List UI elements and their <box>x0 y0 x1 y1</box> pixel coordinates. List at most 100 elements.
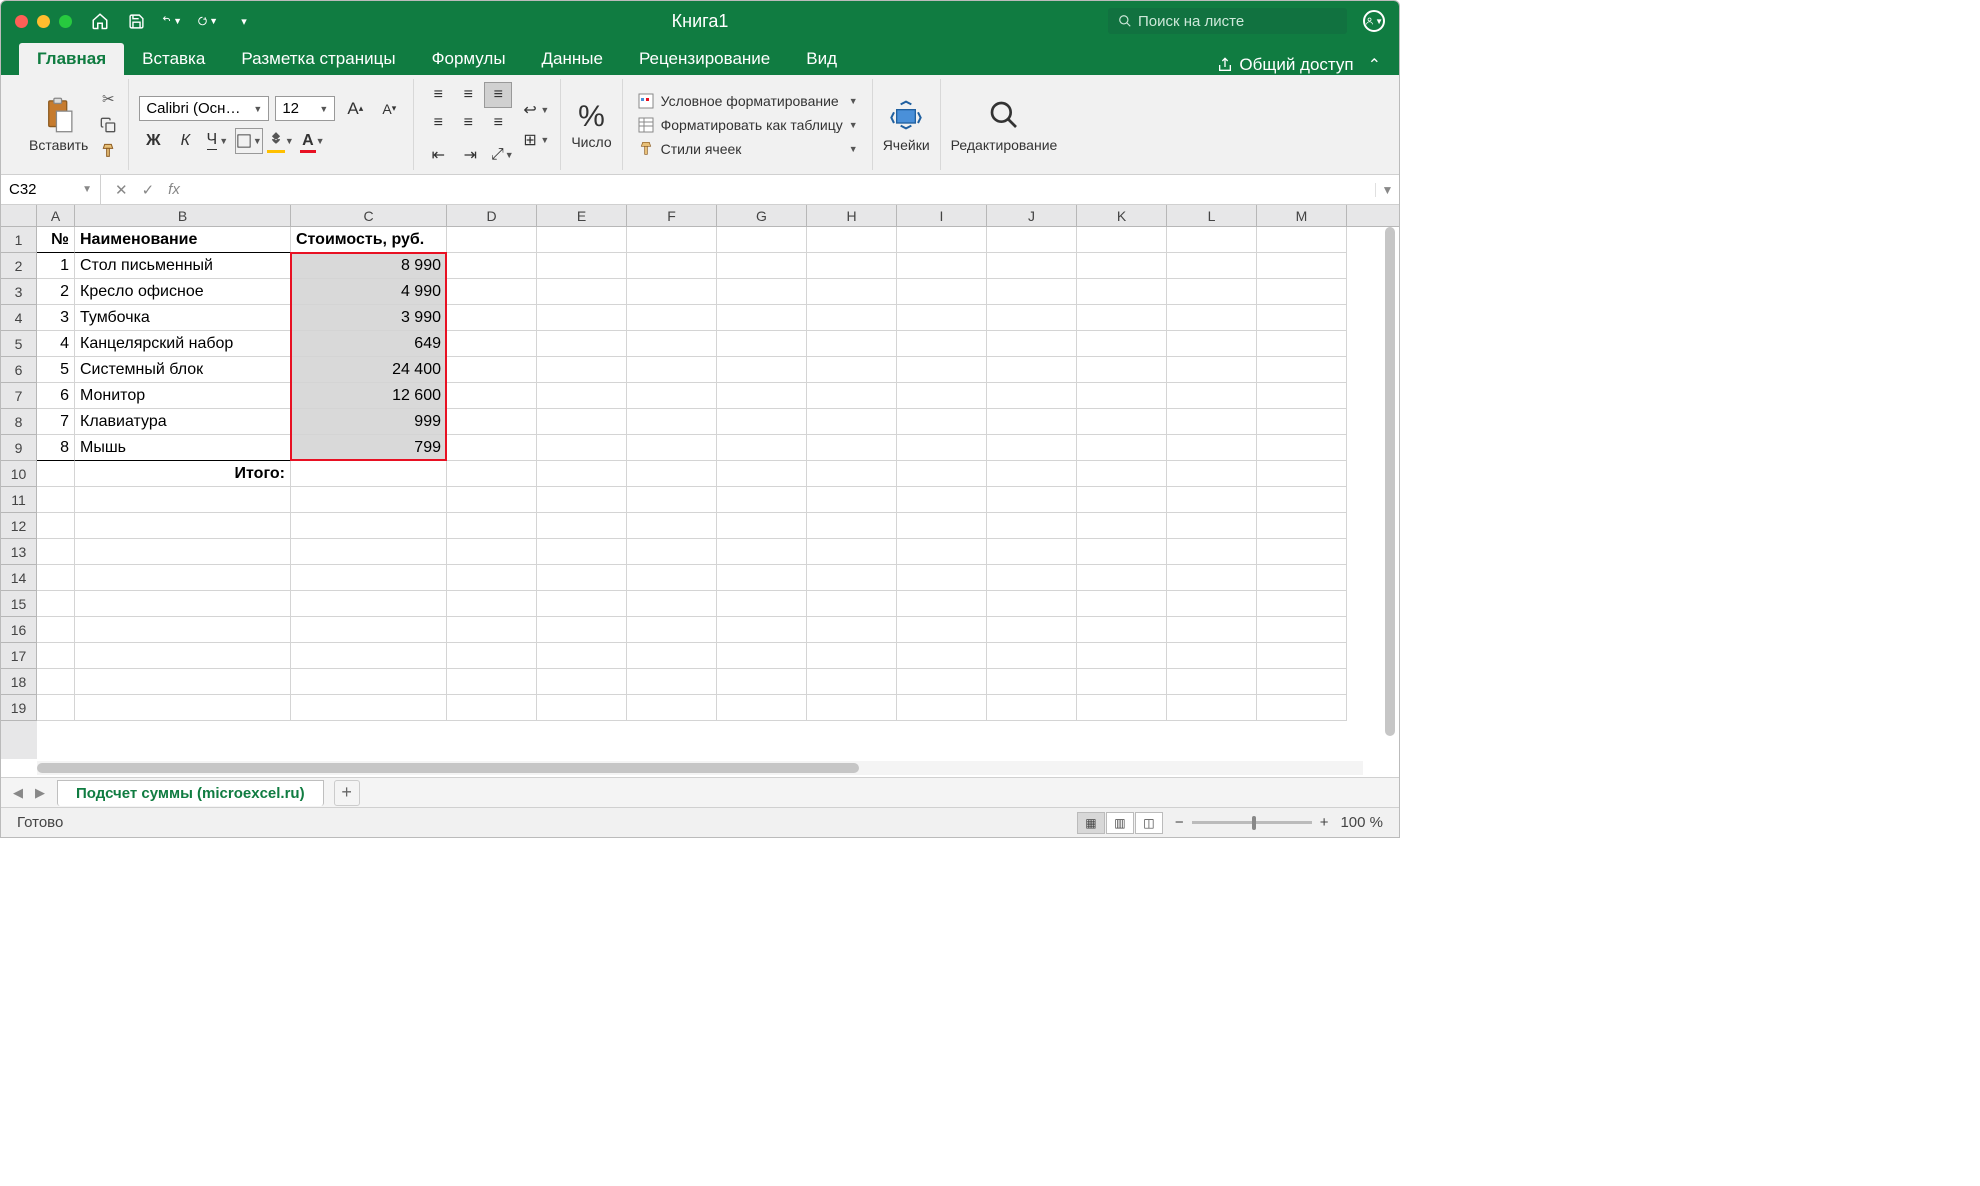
fill-color-button[interactable]: ▼ <box>267 128 295 154</box>
cell[interactable] <box>291 617 447 643</box>
cell[interactable] <box>291 487 447 513</box>
cell[interactable] <box>897 227 987 253</box>
cell[interactable] <box>807 513 897 539</box>
cell[interactable]: 24 400 <box>291 357 447 383</box>
column-header[interactable]: G <box>717 205 807 226</box>
cell[interactable] <box>897 695 987 721</box>
cell[interactable] <box>537 253 627 279</box>
cell[interactable] <box>627 227 717 253</box>
cell[interactable] <box>1167 461 1257 487</box>
cell[interactable] <box>447 357 537 383</box>
bold-button[interactable]: Ж <box>139 128 167 154</box>
cell[interactable] <box>897 461 987 487</box>
underline-button[interactable]: Ч▼ <box>203 128 231 154</box>
cell[interactable] <box>291 669 447 695</box>
cell[interactable] <box>447 669 537 695</box>
cell[interactable] <box>627 383 717 409</box>
cell[interactable] <box>537 617 627 643</box>
column-header[interactable]: B <box>75 205 291 226</box>
cell[interactable]: 6 <box>37 383 75 409</box>
cell[interactable] <box>1167 487 1257 513</box>
cell[interactable] <box>1167 539 1257 565</box>
cell[interactable] <box>1257 253 1347 279</box>
cell[interactable] <box>447 487 537 513</box>
column-header[interactable]: M <box>1257 205 1347 226</box>
cell[interactable]: № <box>37 227 75 253</box>
cell[interactable] <box>717 617 807 643</box>
search-input[interactable] <box>1108 8 1347 34</box>
cell[interactable] <box>291 461 447 487</box>
cell[interactable] <box>537 435 627 461</box>
cell[interactable] <box>37 513 75 539</box>
cell[interactable] <box>627 279 717 305</box>
tab-data[interactable]: Данные <box>524 43 621 75</box>
cell[interactable] <box>807 435 897 461</box>
cell[interactable] <box>1257 539 1347 565</box>
cell[interactable] <box>75 591 291 617</box>
font-color-button[interactable]: А▼ <box>299 128 327 154</box>
cell[interactable] <box>537 383 627 409</box>
cell[interactable] <box>1257 409 1347 435</box>
row-header[interactable]: 2 <box>1 253 37 279</box>
cell[interactable] <box>897 253 987 279</box>
cell[interactable] <box>1257 227 1347 253</box>
cell[interactable] <box>987 617 1077 643</box>
save-icon[interactable] <box>126 11 146 31</box>
cell[interactable] <box>717 409 807 435</box>
cell[interactable] <box>1167 305 1257 331</box>
cell[interactable] <box>807 253 897 279</box>
cell[interactable] <box>537 591 627 617</box>
cell[interactable] <box>627 357 717 383</box>
cell[interactable] <box>1257 513 1347 539</box>
cell[interactable] <box>717 591 807 617</box>
cell[interactable] <box>1257 695 1347 721</box>
cell[interactable] <box>717 695 807 721</box>
maximize-icon[interactable] <box>59 15 72 28</box>
cell[interactable] <box>897 383 987 409</box>
cell[interactable] <box>717 643 807 669</box>
format-painter-icon[interactable] <box>98 141 118 161</box>
cell[interactable] <box>1167 435 1257 461</box>
align-middle-icon[interactable]: ≡ <box>454 82 482 108</box>
confirm-formula-icon[interactable]: ✓ <box>142 181 155 199</box>
row-header[interactable]: 19 <box>1 695 37 721</box>
row-header[interactable]: 15 <box>1 591 37 617</box>
cell[interactable] <box>37 695 75 721</box>
cell[interactable] <box>987 669 1077 695</box>
cell[interactable] <box>537 539 627 565</box>
cell[interactable] <box>987 487 1077 513</box>
column-header[interactable]: A <box>37 205 75 226</box>
undo-icon[interactable]: ▼ <box>162 11 182 31</box>
cell[interactable] <box>291 539 447 565</box>
cell[interactable] <box>75 617 291 643</box>
wrap-text-button[interactable]: ↩▼ <box>522 97 550 123</box>
row-header[interactable]: 1 <box>1 227 37 253</box>
align-top-icon[interactable]: ≡ <box>424 82 452 108</box>
cell[interactable] <box>897 357 987 383</box>
cell[interactable] <box>717 253 807 279</box>
cell[interactable] <box>717 487 807 513</box>
align-bottom-icon[interactable]: ≡ <box>484 82 512 108</box>
select-all-corner[interactable] <box>1 205 37 226</box>
cell[interactable] <box>447 409 537 435</box>
cell[interactable] <box>717 539 807 565</box>
cell[interactable] <box>1077 331 1167 357</box>
cell[interactable] <box>1257 331 1347 357</box>
minimize-icon[interactable] <box>37 15 50 28</box>
column-header[interactable]: I <box>897 205 987 226</box>
cell[interactable] <box>897 435 987 461</box>
increase-indent-icon[interactable]: ⇥ <box>456 142 484 168</box>
cell[interactable] <box>987 305 1077 331</box>
cell[interactable] <box>627 305 717 331</box>
cell[interactable] <box>1167 643 1257 669</box>
column-header[interactable]: J <box>987 205 1077 226</box>
cell[interactable] <box>627 487 717 513</box>
row-header[interactable]: 17 <box>1 643 37 669</box>
tab-formulas[interactable]: Формулы <box>414 43 524 75</box>
cell[interactable] <box>1077 357 1167 383</box>
cell[interactable] <box>717 513 807 539</box>
cell[interactable] <box>37 617 75 643</box>
column-header[interactable]: E <box>537 205 627 226</box>
cell[interactable] <box>897 487 987 513</box>
cell[interactable] <box>1257 305 1347 331</box>
